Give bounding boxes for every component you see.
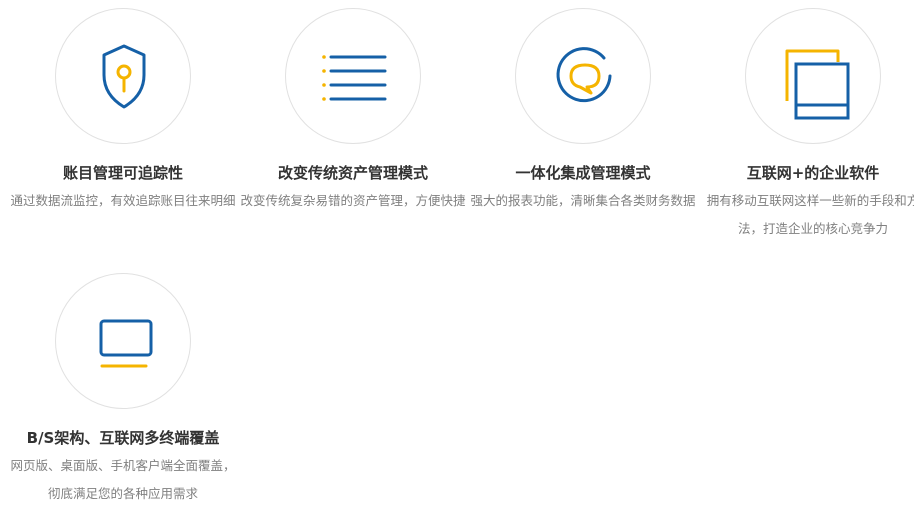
shield-key-icon [102, 44, 146, 109]
feature-description: 拥有移动互联网这样一些新的手段和方法，打造企业的核心竞争力 [706, 193, 914, 236]
feature-title: 账目管理可追踪性 [62, 164, 183, 182]
feature-description: 网页版、桌面版、手机客户端全面覆盖，彻底满足您的各种应用需求 [10, 458, 236, 501]
list-icon [322, 55, 387, 101]
feature-icon-circle [55, 8, 191, 144]
feature-icon-circle [745, 8, 881, 144]
feature-icon-circle [515, 8, 651, 144]
feature-icon-circle [55, 273, 191, 409]
monitor-icon [99, 319, 153, 368]
feature-description: 强大的报表功能，清晰集合各类财务数据 [470, 193, 696, 208]
feature-title: 改变传统资产管理模式 [277, 164, 428, 182]
chat-bubble-icon [556, 47, 612, 103]
feature-title: B/S架构、互联网多终端覆盖 [26, 429, 220, 447]
feature-description: 改变传统复杂易错的资产管理，方便快捷 [240, 193, 466, 208]
feature-title: 一体化集成管理模式 [515, 164, 651, 182]
feature-title: 互联网+的企业软件 [746, 164, 880, 182]
feature-icon-circle [285, 8, 421, 144]
windows-icon [785, 49, 850, 120]
feature-description: 通过数据流监控，有效追踪账目往来明细 [10, 193, 236, 208]
